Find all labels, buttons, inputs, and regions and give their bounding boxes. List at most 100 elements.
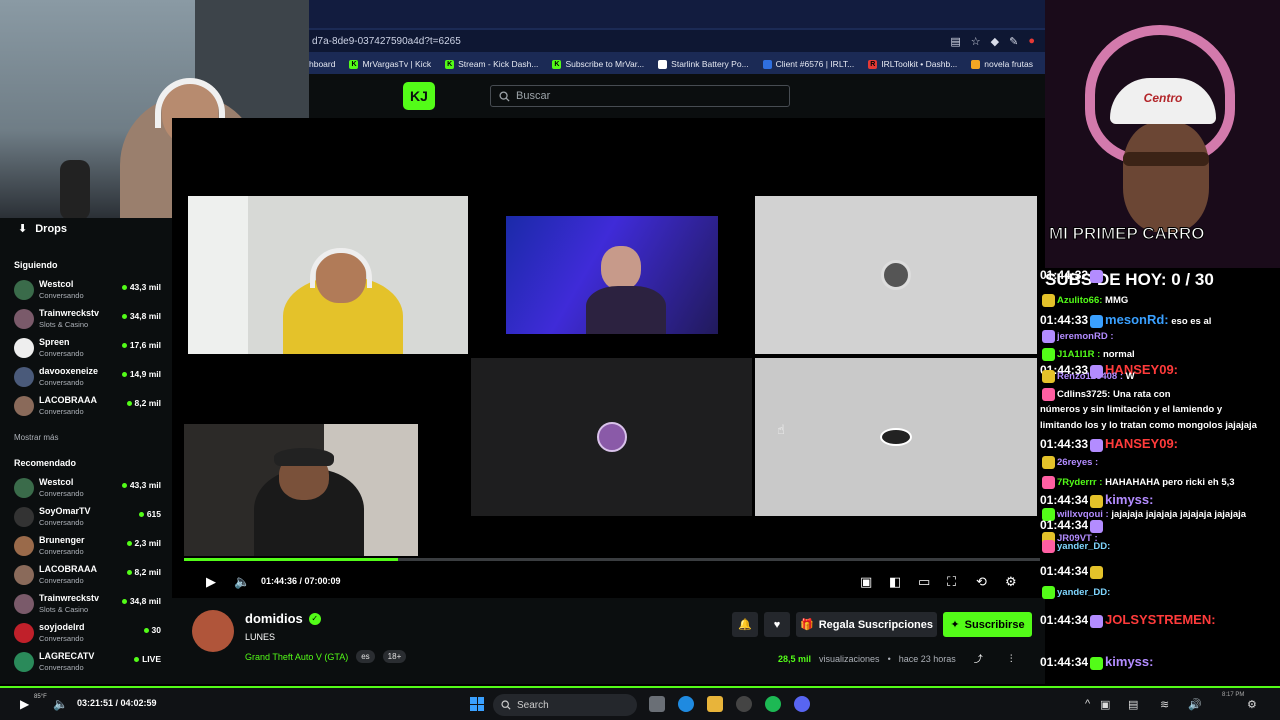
wifi-icon[interactable]: ≋ xyxy=(1160,698,1169,711)
sidebar-channel-westcol[interactable]: Westcol Conversando 43,3 mil xyxy=(14,278,164,304)
search-box[interactable]: Buscar xyxy=(490,85,790,107)
discord-icon[interactable] xyxy=(794,696,810,712)
viewer-count: 8,2 mil xyxy=(126,567,161,577)
tray-app-icon[interactable]: ▤ xyxy=(1128,698,1138,711)
theater-icon[interactable]: ▭ xyxy=(918,574,930,590)
chat-username[interactable]: mesonRd: xyxy=(1105,312,1169,327)
tag-language[interactable]: es xyxy=(356,650,375,663)
channel-name: Spreen xyxy=(39,337,70,347)
channel-avatar[interactable] xyxy=(192,610,234,652)
extension-icon[interactable]: ◆ xyxy=(991,35,999,48)
sidebar-channel-brunenger[interactable]: Brunenger Conversando 2,3 mil xyxy=(14,534,164,560)
pip-icon[interactable]: ▣ xyxy=(860,574,872,590)
orange-icon xyxy=(971,59,981,69)
taskbar-search[interactable]: Search xyxy=(493,694,637,716)
kick-logo[interactable]: KJ xyxy=(403,82,435,110)
channel-avatar xyxy=(14,565,34,585)
chat-username[interactable]: Renzo123408 : xyxy=(1057,371,1123,382)
task-view-icon[interactable] xyxy=(649,696,665,712)
chevron-up-icon[interactable]: ^ xyxy=(1085,698,1090,710)
sidebar-channel-trainwreckstv[interactable]: Trainwreckstv Slots & Casino 34,8 mil xyxy=(14,592,164,618)
live-dot-icon xyxy=(121,482,127,488)
chat-username[interactable]: Azulito66: xyxy=(1057,295,1102,306)
bookmark-4[interactable]: Starlink Battery Po... xyxy=(658,59,749,69)
show-more-link[interactable]: Mostrar más xyxy=(14,433,58,442)
subscribe-button[interactable]: ✦ Suscribirse xyxy=(943,612,1032,637)
chat-username[interactable]: yander_DD: xyxy=(1057,587,1110,598)
windows-taskbar: ▶ 85°F 🔈 03:21:51 / 04:02:59 Search ^ ▣ … xyxy=(0,686,1280,720)
tray-gear-icon[interactable]: ⚙ xyxy=(1247,698,1257,711)
progress-bar[interactable] xyxy=(184,558,1040,561)
chat-username[interactable]: JOLSYSTREMEN: xyxy=(1105,612,1216,627)
tag-mature[interactable]: 18+ xyxy=(382,650,407,663)
channel-name[interactable]: domidios xyxy=(245,611,303,626)
gift-subs-label: Regala Suscripciones xyxy=(818,618,934,631)
spotify-icon[interactable] xyxy=(765,696,781,712)
sidebar-channel-trainwreckstv[interactable]: Trainwreckstv Slots & Casino 34,8 mil xyxy=(14,307,164,333)
follow-heart-button[interactable]: ♥ xyxy=(764,612,790,637)
clock[interactable]: 8:17 PM xyxy=(1222,692,1244,698)
chat-username[interactable]: HANSEY09: xyxy=(1105,436,1178,451)
sidebar-channel-spreen[interactable]: Spreen Conversando 17,6 mil xyxy=(14,336,164,362)
drops-link[interactable]: ⬇ Drops xyxy=(18,222,67,236)
media-volume-icon[interactable]: 🔈 xyxy=(53,697,68,711)
chat-username[interactable]: 26reyes : xyxy=(1057,457,1098,468)
windows-start-icon[interactable] xyxy=(470,697,484,711)
channel-name: Westcol xyxy=(39,279,74,289)
sidebar-channel-davooxeneize[interactable]: davooxeneize Conversando 14,9 mil xyxy=(14,365,164,391)
clip-icon[interactable]: ◧ xyxy=(889,574,901,590)
category-link[interactable]: Grand Theft Auto V (GTA) xyxy=(245,652,348,662)
chat-username[interactable]: kimyss: xyxy=(1105,654,1153,669)
bookmark-1[interactable]: K MrVargasTv | Kick xyxy=(349,59,431,69)
streamer-face xyxy=(1123,122,1209,232)
file-explorer-icon[interactable] xyxy=(707,696,723,712)
edge-icon[interactable] xyxy=(678,696,694,712)
media-play-icon[interactable]: ▶ xyxy=(20,697,29,711)
bookmark-7[interactable]: novela frutas xyxy=(971,59,1033,69)
rewind-icon[interactable]: ⟲ xyxy=(976,574,987,590)
bookmark-2[interactable]: K Stream - Kick Dash... xyxy=(445,59,538,69)
sidebar-channel-soyjodelrd[interactable]: soyjodelrd Conversando 30 xyxy=(14,621,164,647)
sidebar-channel-lagrecatv[interactable]: LAGRECATV Conversando LIVE xyxy=(14,650,164,676)
volume-icon[interactable]: 🔈 xyxy=(234,574,250,590)
chat-username[interactable]: J1A1I1R : xyxy=(1057,349,1100,360)
app-icon[interactable] xyxy=(736,696,752,712)
channel-category: Slots & Casino xyxy=(39,320,89,329)
gift-subs-button[interactable]: 🎁 Regala Suscripciones xyxy=(796,612,937,637)
sidebar-channel-lacobraaa[interactable]: LACOBRAAA Conversando 8,2 mil xyxy=(14,563,164,589)
star-icon[interactable]: ☆ xyxy=(971,35,981,48)
chat-username[interactable]: jeremonRD : xyxy=(1057,331,1113,342)
bookmark-6[interactable]: R IRLToolkit • Dashb... xyxy=(868,59,957,69)
url-text[interactable]: d7a-8de9-037427590a4d?t=6265 xyxy=(309,36,950,47)
share-icon[interactable]: ⤴ xyxy=(974,652,983,665)
bookmark-label: Stream - Kick Dash... xyxy=(458,59,539,69)
fullscreen-icon[interactable]: ⛶ xyxy=(947,574,956,590)
channel-avatar xyxy=(14,478,34,498)
sidebar-channel-westcol[interactable]: Westcol Conversando 43,3 mil xyxy=(14,476,164,502)
chat-badge-icon xyxy=(1090,656,1104,670)
more-options-icon[interactable]: ⋮ xyxy=(1007,653,1016,664)
play-icon[interactable]: ▶ xyxy=(206,574,216,590)
pen-icon[interactable]: ✎ xyxy=(1009,35,1018,48)
chat-username[interactable]: 7Ryderrr : xyxy=(1057,477,1102,488)
settings-gear-icon[interactable]: ⚙ xyxy=(1005,574,1017,590)
bookmark-5[interactable]: Client #6576 | IRLT... xyxy=(762,59,854,69)
profile-icon[interactable]: ● xyxy=(1028,35,1035,48)
sidebar-channel-soyomartv[interactable]: SoyOmarTV Conversando 615 xyxy=(14,505,164,531)
following-title: Siguiendo xyxy=(14,260,58,270)
tray-window-icon[interactable]: ▣ xyxy=(1100,698,1110,711)
bookmark-0[interactable]: hboard xyxy=(309,59,335,69)
search-input[interactable]: Buscar xyxy=(516,90,550,102)
notification-bell-button[interactable]: 🔔 xyxy=(732,612,758,637)
sidebar-channel-lacobraaa[interactable]: LACOBRAAA Conversando 8,2 mil xyxy=(14,394,164,420)
chat-username[interactable]: Cdlins3725: xyxy=(1057,389,1110,400)
reader-icon[interactable]: ▤ xyxy=(950,35,960,48)
chat-username[interactable]: kimyss: xyxy=(1105,492,1153,507)
address-bar[interactable]: d7a-8de9-037427590a4d?t=6265 ▤ ☆ ◆ ✎ ● xyxy=(309,30,1045,52)
tray-volume-icon[interactable]: 🔊 xyxy=(1188,698,1202,711)
chat-username[interactable]: yander_DD: xyxy=(1057,541,1110,552)
video-player[interactable]: ☝ xyxy=(172,118,1045,570)
chat-badge-icon xyxy=(1042,348,1055,361)
bookmark-3[interactable]: K Subscribe to MrVar... xyxy=(552,59,644,69)
recommended-title: Recomendado xyxy=(14,458,77,468)
